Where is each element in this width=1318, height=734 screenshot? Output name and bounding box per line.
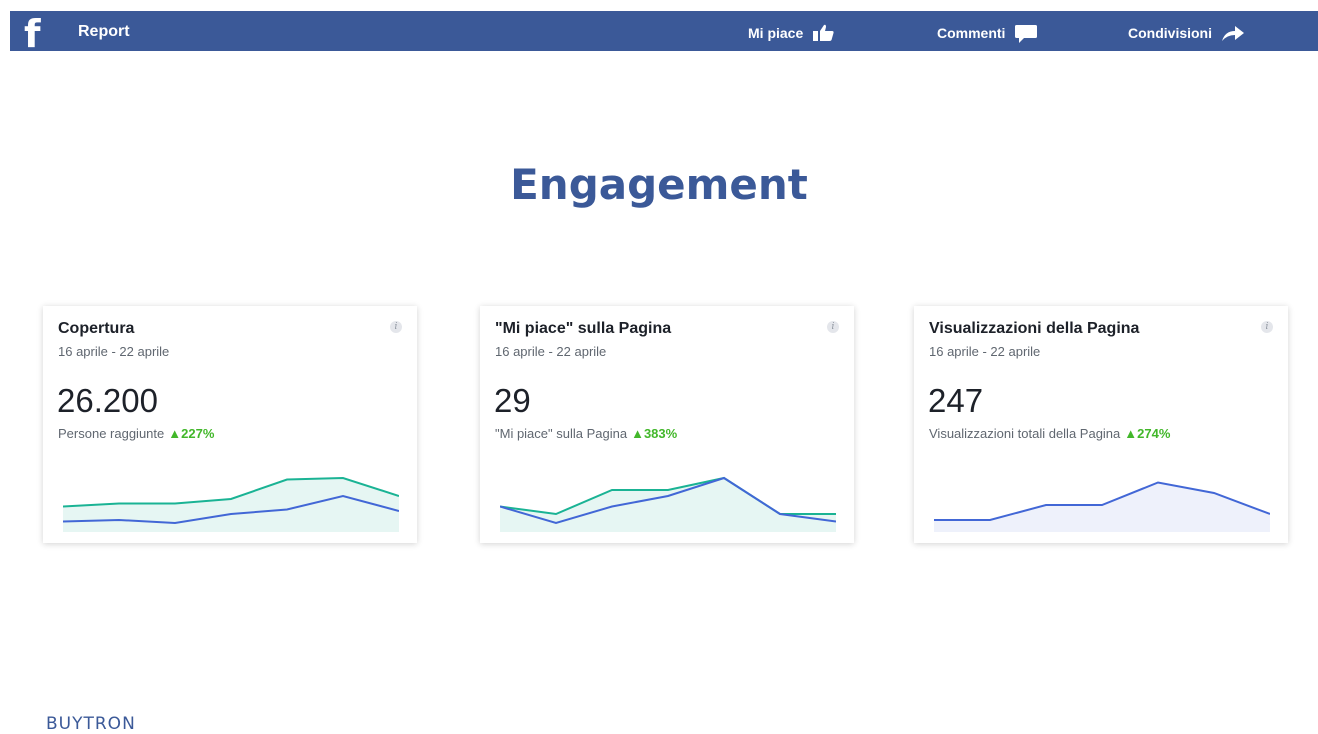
- info-icon[interactable]: i: [1261, 321, 1273, 333]
- top-bar: f Report Mi piace Commenti Condivisioni: [10, 11, 1318, 56]
- nav-likes[interactable]: Mi piace: [748, 23, 837, 43]
- card-subtitle: Visualizzazioni totali della Pagina ▲274%: [929, 426, 1170, 441]
- nav-comments-label: Commenti: [937, 25, 1006, 41]
- card-value: 247: [928, 382, 984, 419]
- sparkline-area: [63, 478, 399, 532]
- delta-value: 227%: [181, 426, 215, 441]
- card-value: 29: [494, 382, 531, 419]
- thumbs-up-icon: [813, 24, 834, 41]
- card-date-range: 16 aprile - 22 aprile: [929, 344, 1041, 359]
- card-subtitle: "Mi piace" sulla Pagina ▲383%: [495, 426, 677, 441]
- card-title: Visualizzazioni della Pagina: [929, 320, 1140, 337]
- card-mi-piace[interactable]: "Mi piace" sulla Pagina i 16 aprile - 22…: [480, 306, 854, 543]
- footer-logo: BUYTRON: [46, 714, 136, 734]
- delta-badge: ▲274%: [1124, 426, 1170, 441]
- delta-badge: ▲383%: [631, 426, 677, 441]
- nav-comments[interactable]: Commenti: [937, 23, 1039, 43]
- card-visualizzazioni[interactable]: Visualizzazioni della Pagina i 16 aprile…: [914, 306, 1288, 543]
- share-arrow-icon: [1222, 26, 1244, 41]
- comment-bubble-icon: [1015, 25, 1038, 43]
- nav-likes-label: Mi piace: [748, 25, 804, 41]
- card-sub-label: "Mi piace" sulla Pagina: [495, 426, 628, 441]
- card-copertura[interactable]: Copertura i 16 aprile - 22 aprile 26.200…: [43, 306, 417, 543]
- delta-badge: ▲227%: [168, 426, 214, 441]
- facebook-logo-icon: f: [24, 12, 41, 56]
- card-date-range: 16 aprile - 22 aprile: [495, 344, 607, 359]
- sparkline-chart: [63, 476, 399, 532]
- triangle-up-icon: ▲: [168, 426, 182, 441]
- nav-shares[interactable]: Condivisioni: [1128, 23, 1246, 43]
- triangle-up-icon: ▲: [631, 426, 644, 441]
- sparkline-area: [934, 482, 1270, 532]
- triangle-up-icon: ▲: [1124, 426, 1138, 441]
- sparkline-area: [500, 478, 836, 532]
- delta-value: 383%: [643, 426, 678, 441]
- nav-shares-label: Condivisioni: [1128, 25, 1212, 41]
- card-title: "Mi piace" sulla Pagina: [495, 320, 672, 337]
- info-icon[interactable]: i: [827, 321, 839, 333]
- card-subtitle: Persone raggiunte ▲227%: [58, 426, 214, 441]
- card-value: 26.200: [57, 382, 158, 419]
- card-sub-label: Persone raggiunte: [58, 426, 165, 441]
- card-date-range: 16 aprile - 22 aprile: [58, 344, 170, 359]
- sparkline-chart: [934, 481, 1270, 532]
- card-sub-label: Visualizzazioni totali della Pagina: [929, 426, 1121, 441]
- delta-value: 274%: [1137, 426, 1171, 441]
- info-icon[interactable]: i: [390, 321, 402, 333]
- report-label: Report: [78, 23, 130, 40]
- sparkline-chart: [500, 476, 836, 532]
- card-title: Copertura: [58, 320, 135, 337]
- page-title: Engagement: [510, 160, 808, 209]
